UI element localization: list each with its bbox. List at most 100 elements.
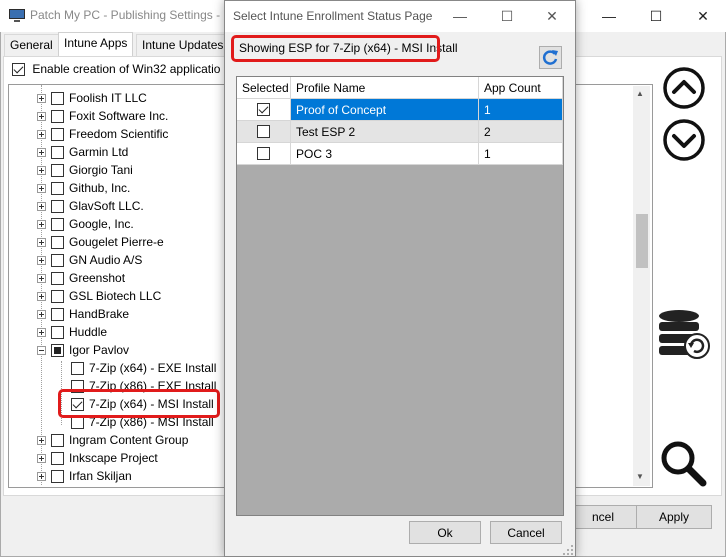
tree-checkbox[interactable]	[51, 451, 64, 465]
tree-checkbox[interactable]	[51, 217, 64, 231]
apply-button[interactable]: Apply	[636, 505, 712, 529]
tree-checkbox[interactable]	[71, 361, 84, 375]
tree-node[interactable]: Irfan Skiljan	[37, 467, 132, 485]
tree-node[interactable]: Inkscape Project	[37, 449, 158, 467]
tree-checkbox[interactable]	[51, 433, 64, 447]
expand-icon[interactable]	[37, 435, 46, 445]
row-select-checkbox[interactable]	[257, 147, 270, 160]
expand-icon[interactable]	[37, 273, 46, 283]
main-minimize-button[interactable]: —	[586, 0, 632, 32]
tree-node[interactable]: Foolish IT LLC	[37, 89, 147, 107]
arrow-up-circle-icon[interactable]	[662, 66, 706, 110]
tree-checkbox[interactable]	[51, 235, 64, 249]
magnifier-icon[interactable]	[658, 438, 708, 488]
tree-node[interactable]: Garmin Ltd	[37, 143, 128, 161]
tree-node[interactable]: GN Audio A/S	[37, 251, 142, 269]
expand-icon[interactable]	[37, 237, 46, 247]
grid-select-cell[interactable]	[237, 143, 291, 165]
expand-icon[interactable]	[37, 93, 46, 103]
enable-win32-row[interactable]: Enable creation of Win32 applicatio	[12, 62, 220, 77]
tree-node[interactable]: Gougelet Pierre-e	[37, 233, 164, 251]
profile-name-cell[interactable]: POC 3	[291, 143, 479, 165]
tree-checkbox[interactable]	[51, 289, 64, 303]
tree-node[interactable]: Github, Inc.	[37, 179, 130, 197]
tree-checkbox[interactable]	[51, 91, 64, 105]
tree-checkbox[interactable]	[51, 307, 64, 321]
tree-checkbox[interactable]	[51, 469, 64, 483]
tree-scrollbar[interactable]	[633, 86, 650, 486]
profile-name-cell[interactable]: Proof of Concept	[291, 99, 479, 121]
expand-icon[interactable]	[37, 129, 46, 139]
expand-icon[interactable]	[37, 327, 46, 337]
main-maximize-button[interactable]: ☐	[633, 0, 679, 32]
tree-node[interactable]: Huddle	[37, 323, 107, 341]
expand-icon[interactable]	[37, 201, 46, 211]
tree-node[interactable]: Giorgio Tani	[37, 161, 133, 179]
tree-checkbox[interactable]	[51, 271, 64, 285]
tree-checkbox[interactable]	[51, 145, 64, 159]
expand-icon[interactable]	[37, 309, 46, 319]
scroll-down-arrow-icon[interactable]: ▼	[636, 472, 644, 481]
tree-label: Google, Inc.	[69, 217, 134, 231]
tree-node[interactable]: GlavSoft LLC.	[37, 197, 144, 215]
tree-node[interactable]: Google, Inc.	[37, 215, 134, 233]
tree-node[interactable]: HandBrake	[37, 305, 129, 323]
dialog-maximize-button[interactable]: ☐	[485, 0, 529, 32]
tree-node[interactable]: Greenshot	[37, 269, 125, 287]
ok-button[interactable]: Ok	[409, 521, 481, 544]
app-count-cell[interactable]: 1	[479, 143, 563, 165]
tree-node[interactable]: Freedom Scientific	[37, 125, 168, 143]
grid-column-header[interactable]: Profile Name	[291, 77, 479, 99]
tree-node[interactable]: Foxit Software Inc.	[37, 107, 168, 125]
enable-win32-checkbox[interactable]	[12, 63, 25, 77]
expand-icon[interactable]	[37, 291, 46, 301]
collapse-icon[interactable]	[37, 345, 46, 355]
dialog-cancel-button[interactable]: Cancel	[490, 521, 562, 544]
tree-label: Giorgio Tani	[69, 163, 133, 177]
tree-node[interactable]: GSL Biotech LLC	[37, 287, 161, 305]
expand-icon[interactable]	[37, 183, 46, 193]
expand-icon[interactable]	[37, 471, 46, 481]
resize-grip-icon[interactable]	[562, 544, 574, 556]
profile-name-cell[interactable]: Test ESP 2	[291, 121, 479, 143]
grid-column-header[interactable]: App Count	[479, 77, 563, 99]
tab-general[interactable]: General	[4, 34, 59, 56]
main-close-button[interactable]: ✕	[680, 0, 726, 32]
tree-label: Ingram Content Group	[69, 433, 189, 447]
tree-checkbox[interactable]	[51, 253, 64, 267]
tab-intune-updates[interactable]: Intune Updates	[136, 34, 230, 56]
tab-intune-apps[interactable]: Intune Apps	[58, 32, 134, 57]
app-count-cell[interactable]: 2	[479, 121, 563, 143]
row-select-checkbox[interactable]	[257, 103, 270, 116]
tree-node[interactable]: Igor Pavlov	[37, 341, 129, 359]
expand-icon[interactable]	[37, 255, 46, 265]
row-select-checkbox[interactable]	[257, 125, 270, 138]
tree-checkbox[interactable]	[51, 325, 64, 339]
expand-icon[interactable]	[37, 147, 46, 157]
dialog-minimize-button[interactable]: —	[438, 0, 482, 32]
database-refresh-icon[interactable]	[657, 308, 711, 362]
dialog-close-button[interactable]: ✕	[530, 0, 574, 32]
tree-checkbox[interactable]	[51, 109, 64, 123]
tree-child-node[interactable]: 7-Zip (x64) - EXE Install	[71, 359, 216, 377]
expand-icon[interactable]	[37, 453, 46, 463]
tree-node[interactable]: Ingram Content Group	[37, 431, 188, 449]
tree-checkbox[interactable]	[51, 343, 64, 357]
tree-checkbox[interactable]	[51, 199, 64, 213]
main-cancel-button[interactable]: ncel	[568, 505, 638, 529]
grid-column-header[interactable]: Selected	[237, 77, 291, 99]
refresh-button[interactable]	[539, 46, 562, 69]
scroll-up-arrow-icon[interactable]: ▲	[636, 89, 644, 98]
expand-icon[interactable]	[37, 111, 46, 121]
expand-icon[interactable]	[37, 219, 46, 229]
tree-checkbox[interactable]	[51, 163, 64, 177]
tree-checkbox[interactable]	[51, 181, 64, 195]
grid-select-cell[interactable]	[237, 121, 291, 143]
arrow-down-circle-icon[interactable]	[662, 118, 706, 162]
grid-select-cell[interactable]	[237, 99, 291, 121]
tree-checkbox[interactable]	[51, 127, 64, 141]
app-count-cell[interactable]: 1	[479, 99, 563, 121]
tree-scrollbar-thumb[interactable]	[636, 214, 648, 268]
expand-icon[interactable]	[37, 165, 46, 175]
esp-grid[interactable]: Selected Profile Name App Count Proof of Co…	[236, 76, 564, 516]
